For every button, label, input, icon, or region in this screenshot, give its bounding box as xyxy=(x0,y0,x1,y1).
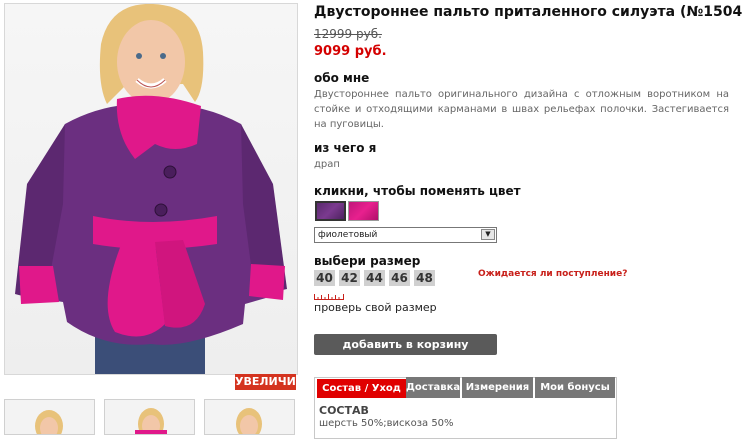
product-photo[interactable] xyxy=(4,3,298,375)
color-select-value: фиолетовый xyxy=(318,230,378,240)
chevron-down-icon: ▼ xyxy=(481,229,495,240)
size-option-40[interactable]: 40 xyxy=(314,270,335,286)
composition-value: шерсть 50%;вискоза 50% xyxy=(319,418,454,429)
color-swatch-purple[interactable] xyxy=(315,201,346,221)
tab-composition-care[interactable]: Состав / Уход xyxy=(316,378,407,399)
material-heading: из чего я xyxy=(314,141,377,155)
size-heading: выбери размер xyxy=(314,254,421,268)
thumbnail-image xyxy=(135,408,167,434)
about-text: Двустороннее пальто оригинального дизайн… xyxy=(314,89,729,130)
tab-bonuses[interactable]: Мои бонусы xyxy=(535,377,615,398)
color-select[interactable]: фиолетовый ▼ xyxy=(314,227,497,243)
add-to-cart-button[interactable]: добавить в корзину xyxy=(314,334,497,355)
thumbnail-image xyxy=(236,408,262,434)
tab-measurements[interactable]: Измерения xyxy=(462,377,533,398)
thumbnail-image xyxy=(35,410,63,434)
material-value: драп xyxy=(314,159,340,170)
ruler-icon xyxy=(314,294,344,300)
thumbnail-1[interactable] xyxy=(4,399,95,435)
thumbnail-2[interactable] xyxy=(104,399,195,435)
size-option-48[interactable]: 48 xyxy=(414,270,435,286)
old-price: 12999 руб. xyxy=(314,27,382,41)
size-option-46[interactable]: 46 xyxy=(389,270,410,286)
expected-stock-link[interactable]: Ожидается ли поступление? xyxy=(478,269,627,279)
color-swatch-pink[interactable] xyxy=(348,201,379,221)
tab-delivery[interactable]: Доставка xyxy=(406,377,460,398)
size-option-42[interactable]: 42 xyxy=(339,270,360,286)
sale-price: 9099 руб. xyxy=(314,44,387,59)
composition-heading: СОСТАВ xyxy=(319,404,369,417)
zoom-button[interactable]: УВЕЛИЧИТЬ xyxy=(235,374,312,390)
size-option-44[interactable]: 44 xyxy=(364,270,385,286)
product-title: Двустороннее пальто приталенного силуэта… xyxy=(314,4,742,20)
check-size-link[interactable]: проверь свой размер xyxy=(314,301,437,314)
thumbnail-3[interactable] xyxy=(204,399,295,435)
about-heading: обо мне xyxy=(314,71,370,85)
color-heading: кликни, чтобы поменять цвет xyxy=(314,184,521,198)
model-illustration xyxy=(15,4,287,374)
